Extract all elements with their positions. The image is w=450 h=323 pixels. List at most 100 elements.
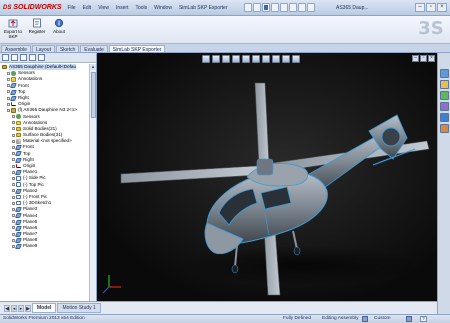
solidworks-watermark-icon: 3S (418, 18, 444, 39)
plane-icon (15, 225, 22, 231)
file-explorer-icon[interactable] (440, 91, 449, 100)
tab-sketch[interactable]: Sketch (55, 45, 80, 53)
expand-toggle-icon[interactable] (7, 108, 10, 112)
dimxpert-tab-icon[interactable] (29, 54, 36, 61)
sensor-icon (11, 71, 16, 76)
reference-triad-icon (102, 275, 121, 294)
sketch-icon (16, 176, 21, 181)
menu-edit[interactable]: Edit (79, 3, 95, 13)
scroll-up-icon[interactable]: ▲ (90, 64, 96, 70)
feature-manager-toolbar (0, 53, 96, 63)
scroll-thumb[interactable] (91, 72, 96, 118)
first-tab-arrow-icon[interactable]: ◀ (4, 304, 10, 312)
view-palette-icon[interactable] (440, 102, 449, 111)
help-icon[interactable]: ? (420, 316, 427, 322)
folder-icon (16, 126, 21, 132)
expand-toggle-icon[interactable] (12, 164, 15, 168)
units-dropdown-icon[interactable] (406, 316, 412, 322)
solidworks-resources-icon[interactable] (440, 69, 449, 78)
fenestron (381, 127, 401, 147)
expand-toggle-icon[interactable] (12, 121, 15, 125)
prev-tab-arrow-icon[interactable]: ◂ (11, 304, 17, 312)
next-tab-arrow-icon[interactable]: ▸ (18, 304, 24, 312)
tab-motion-study-1[interactable]: Motion Study 1 (57, 303, 101, 313)
quick-access-toolbar (244, 3, 315, 12)
options-icon[interactable] (307, 3, 315, 12)
property-manager-tab-icon[interactable] (11, 54, 18, 61)
graphics-viewport[interactable]: – ▫ × (97, 53, 437, 301)
material-icon (16, 139, 21, 144)
expand-toggle-icon[interactable] (7, 102, 10, 106)
front-wheel (231, 264, 239, 274)
feature-tree: AS365 Dauphine (Default<Defau Sensors Anno… (0, 64, 90, 314)
menu-simlab[interactable]: SimLab SKP Exporter (175, 3, 231, 13)
task-pane (437, 53, 450, 314)
register-button[interactable]: Register (26, 18, 48, 34)
last-tab-arrow-icon[interactable]: ▶ (25, 304, 31, 312)
expand-toggle-icon[interactable] (12, 133, 15, 137)
about-button[interactable]: About (48, 18, 70, 34)
plane-icon (10, 89, 17, 95)
tab-layout[interactable]: Layout (31, 45, 55, 53)
restore-icon[interactable]: ▫ (426, 3, 436, 12)
expand-toggle-icon[interactable] (7, 77, 10, 81)
tab-model[interactable]: Model (32, 303, 57, 313)
rebuild-icon[interactable] (298, 3, 306, 12)
plane-icon (10, 83, 17, 88)
undo-icon[interactable] (280, 3, 288, 12)
feature-tree-scrollbar[interactable]: ▲ ▼ (89, 64, 96, 314)
close-icon[interactable]: × (437, 3, 447, 12)
origin-icon (16, 163, 21, 169)
menu-window[interactable]: Window (151, 3, 176, 13)
expand-toggle-icon[interactable] (12, 127, 15, 131)
plane-icon (15, 219, 22, 225)
expand-toggle-icon[interactable] (12, 176, 15, 180)
save-icon[interactable] (262, 3, 270, 12)
display-manager-tab-icon[interactable] (38, 54, 45, 61)
feature-manager-panel: AS365 Dauphine (Default<Defau Sensors Anno… (0, 53, 97, 314)
helicopter-model[interactable] (97, 53, 437, 301)
export-skp-icon (8, 19, 18, 28)
register-icon (33, 18, 41, 28)
status-bar: SolidWorks Premium 2013 x64 Edition Full… (0, 314, 450, 323)
print-icon[interactable] (271, 3, 279, 12)
ds-logo-icon: DS (3, 5, 12, 11)
menu-file[interactable]: File (64, 3, 79, 13)
command-tabs: Assemble Layout Sketch Evaluate SimLab S… (0, 44, 450, 53)
rebuild-status-icon[interactable] (362, 316, 368, 322)
tab-evaluate[interactable]: Evaluate (80, 45, 108, 53)
export-to-skp-button[interactable]: Export to SKP (2, 18, 24, 39)
sketch-icon (16, 194, 21, 200)
expand-toggle-icon[interactable] (12, 195, 15, 199)
expand-toggle-icon[interactable] (12, 139, 15, 143)
solidworks-logo[interactable]: DS SOLIDWORKS (3, 2, 62, 14)
tab-simlab-skp-exporter[interactable]: SimLab SKP Exporter (108, 45, 166, 53)
new-file-icon[interactable] (244, 3, 252, 12)
open-folder-icon[interactable] (253, 3, 261, 12)
origin-icon (11, 101, 16, 107)
menu-tools[interactable]: Tools (132, 3, 151, 13)
tab-assemble[interactable]: Assemble (1, 45, 31, 53)
appearances-icon[interactable] (440, 113, 449, 122)
custom-properties-icon[interactable] (440, 124, 449, 133)
sensor-icon (16, 114, 21, 119)
units-status[interactable]: Custom (374, 315, 391, 323)
configuration-manager-tab-icon[interactable] (20, 54, 27, 61)
title-bar: DS SOLIDWORKS File Edit View Insert Tools… (0, 0, 450, 16)
minimize-icon[interactable]: – (415, 3, 425, 12)
expand-toggle-icon[interactable] (7, 71, 10, 75)
plane-icon (15, 157, 22, 163)
part-icon (11, 108, 16, 113)
rotor-blade-upper (254, 82, 270, 166)
design-library-icon[interactable] (440, 80, 449, 89)
feature-tree-tab-icon[interactable] (2, 54, 9, 61)
menu-view[interactable]: View (95, 3, 113, 13)
select-arrow-icon[interactable] (289, 3, 297, 12)
menu-insert[interactable]: Insert (112, 3, 132, 13)
bottom-tab-bar: ◀ ◂ ▸ ▶ Model Motion Study 1 (0, 301, 437, 314)
expand-toggle-icon[interactable] (12, 201, 15, 205)
feature-tree-item[interactable]: Plane9 (0, 243, 90, 249)
plane-icon (15, 244, 22, 249)
expand-toggle-icon[interactable] (12, 115, 15, 119)
expand-toggle-icon[interactable] (12, 183, 15, 187)
